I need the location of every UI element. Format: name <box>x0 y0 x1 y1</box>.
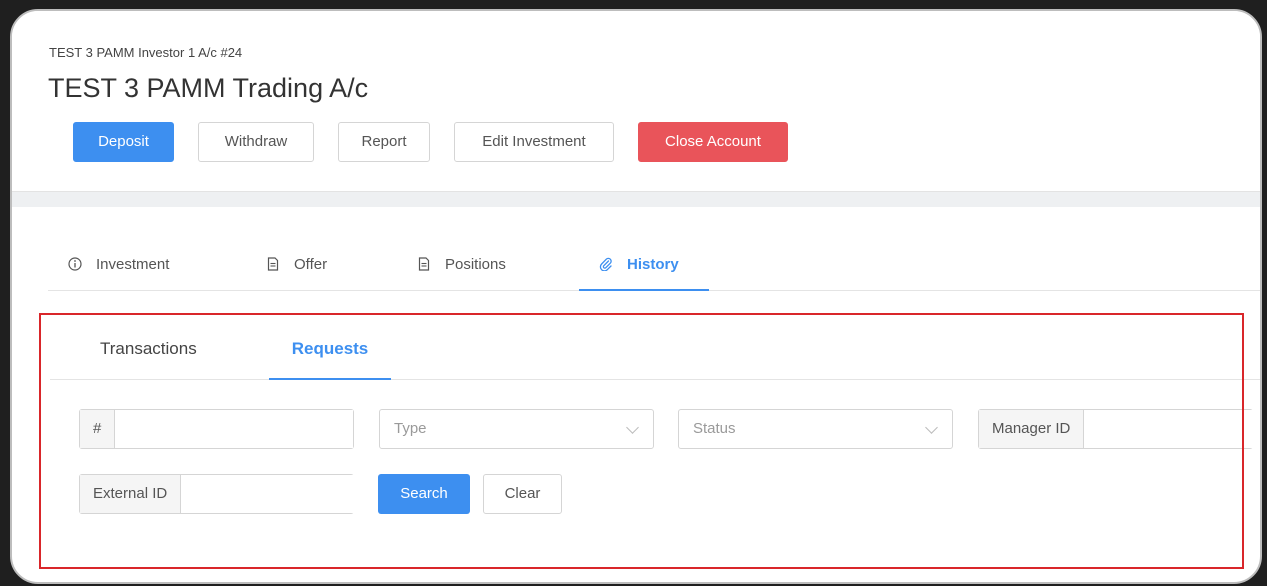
highlight-annotation-box <box>39 313 1244 569</box>
tab-history-label: History <box>627 256 679 273</box>
edit-investment-button[interactable]: Edit Investment <box>454 122 614 162</box>
info-icon <box>68 257 82 271</box>
section-divider <box>12 191 1260 207</box>
report-button[interactable]: Report <box>338 122 430 162</box>
tab-offer[interactable]: Offer <box>266 243 327 291</box>
close-account-button[interactable]: Close Account <box>638 122 788 162</box>
paperclip-icon <box>599 257 612 271</box>
tab-investment-label: Investment <box>96 256 170 273</box>
account-header: TEST 3 PAMM Investor 1 A/c #24 TEST 3 PA… <box>12 11 1260 191</box>
account-card: TEST 3 PAMM Investor 1 A/c #24 TEST 3 PA… <box>10 9 1262 584</box>
account-subtitle: TEST 3 PAMM Investor 1 A/c #24 <box>49 45 243 60</box>
tab-investment[interactable]: Investment <box>68 243 169 291</box>
tab-history[interactable]: History <box>579 243 709 291</box>
deposit-button[interactable]: Deposit <box>73 122 174 162</box>
page-title: TEST 3 PAMM Trading A/c <box>48 73 369 103</box>
tab-positions[interactable]: Positions <box>417 243 506 291</box>
withdraw-button[interactable]: Withdraw <box>198 122 314 162</box>
tab-positions-label: Positions <box>445 256 506 273</box>
main-tabs: Investment Offer Positions History <box>48 243 1260 291</box>
document-icon <box>418 257 430 271</box>
document-icon <box>267 257 279 271</box>
tab-offer-label: Offer <box>294 256 328 273</box>
